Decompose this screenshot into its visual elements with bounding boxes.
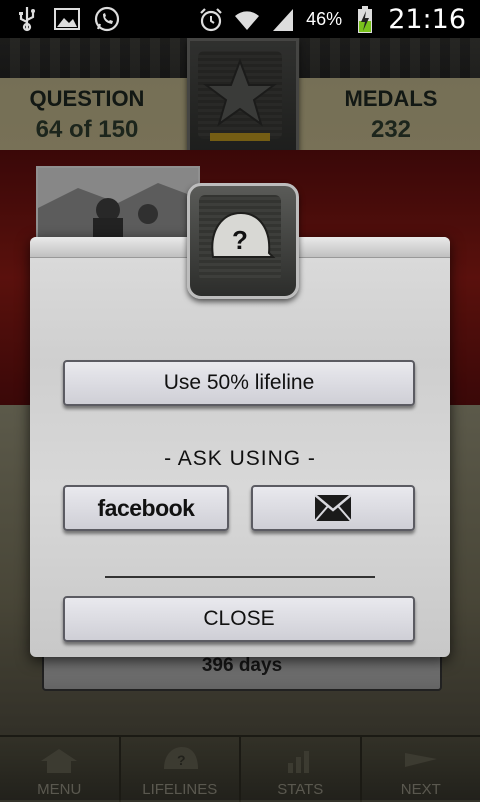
clock: 21:16 — [388, 4, 466, 35]
ask-using-label: - ASK USING - — [0, 447, 480, 471]
whatsapp-icon — [94, 6, 120, 32]
helmet-question-icon: ? — [199, 195, 281, 281]
use-50-lifeline-button[interactable]: Use 50% lifeline — [63, 360, 415, 406]
close-button[interactable]: CLOSE — [63, 596, 415, 642]
dialog-divider — [105, 576, 375, 578]
wifi-icon — [234, 7, 260, 33]
envelope-icon — [314, 494, 352, 522]
ask-facebook-button[interactable]: facebook — [63, 485, 229, 531]
status-bar: 46% 21:16 — [0, 0, 480, 38]
usb-icon — [14, 6, 40, 32]
alarm-icon — [198, 7, 224, 33]
signal-icon — [270, 7, 296, 33]
dialog-badge-panel: ? — [199, 195, 281, 281]
image-icon — [54, 6, 80, 32]
svg-text:?: ? — [232, 225, 248, 255]
battery-percent: 46% — [306, 9, 342, 30]
ask-email-button[interactable] — [251, 485, 415, 531]
battery-charging-icon — [352, 7, 378, 33]
dialog-badge: ? — [187, 183, 299, 299]
